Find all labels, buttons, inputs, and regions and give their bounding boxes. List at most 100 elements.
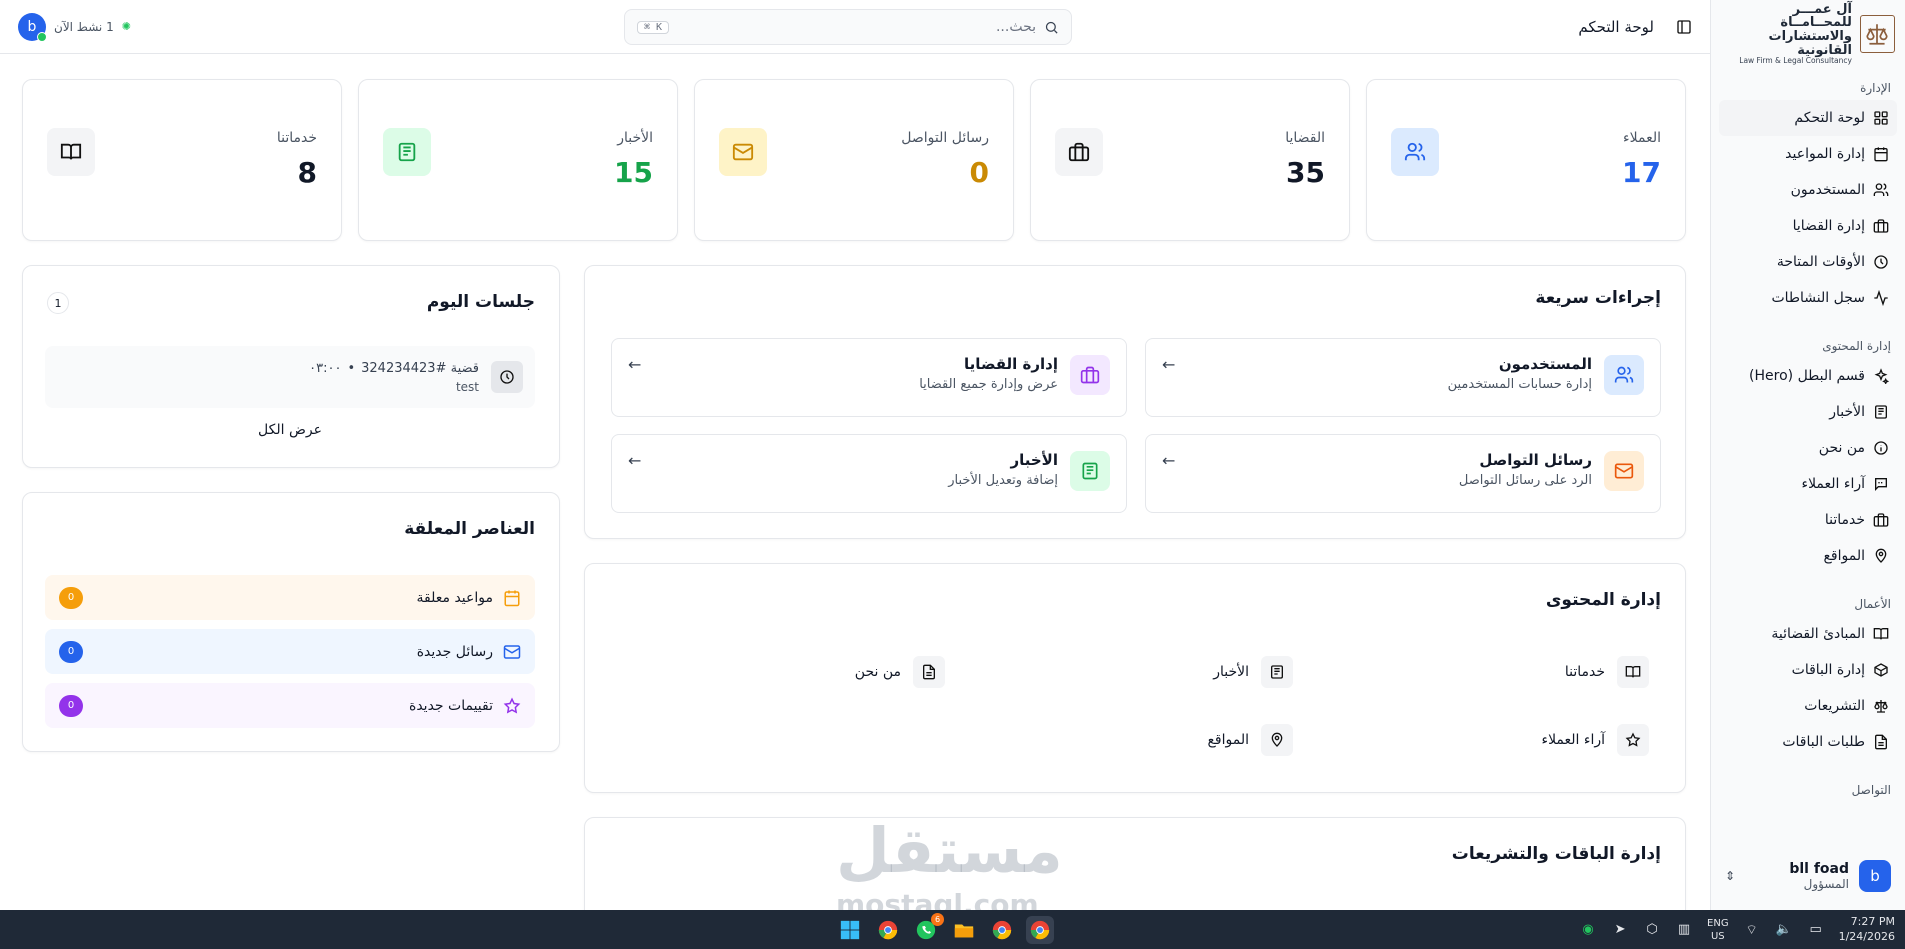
star-icon bbox=[1617, 724, 1649, 756]
quick-action-title: المستخدمون bbox=[1498, 355, 1592, 373]
language-indicator[interactable]: ENG US bbox=[1707, 917, 1729, 943]
users-icon bbox=[1873, 183, 1889, 196]
stat-card-messages[interactable]: رسائل التواصل 0 bbox=[694, 79, 1014, 241]
taskbar-apps: 6 bbox=[836, 913, 1054, 944]
clock-icon bbox=[491, 361, 523, 393]
stat-card-cases[interactable]: القضايا 35 bbox=[1030, 79, 1350, 241]
region-code: US bbox=[1710, 930, 1725, 942]
nav-admin: لوحة التحكم إدارة المواعيد المستخدمون إد… bbox=[1711, 100, 1905, 316]
chrome-icon[interactable] bbox=[874, 916, 902, 944]
brand-english: Law Firm & Legal Consultancy bbox=[1739, 56, 1852, 66]
sidebar-item-packages[interactable]: إدارة الباقات bbox=[1719, 652, 1897, 688]
view-all-link[interactable]: عرض الكل bbox=[45, 422, 535, 438]
pending-label: رسائل جديدة bbox=[416, 643, 493, 660]
chart-icon[interactable]: ▥ bbox=[1675, 921, 1693, 939]
sidebar-item-label: إدارة الباقات bbox=[1791, 662, 1865, 678]
sidebar-toggle-icon[interactable] bbox=[1676, 19, 1692, 35]
brand-line1: آل عمـــر للمحــامــاة bbox=[1780, 1, 1852, 31]
sidebar-item-news[interactable]: الأخبار bbox=[1719, 394, 1897, 430]
user-menu[interactable]: b bll foad المسؤول ⇕ bbox=[1719, 850, 1897, 902]
quick-action-messages[interactable]: رسائل التواصل الرد على رسائل التواصل ← bbox=[1145, 434, 1661, 513]
wifi-icon[interactable]: ⌔ bbox=[1743, 921, 1761, 939]
sidebar-item-services[interactable]: خدماتنا bbox=[1719, 502, 1897, 538]
avatar: b bbox=[1859, 860, 1891, 892]
quick-action-users[interactable]: المستخدمون إدارة حسابات المستخدمين ← bbox=[1145, 338, 1661, 417]
session-item[interactable]: قضية #324234423 • ٠٣:٠٠ test bbox=[45, 346, 535, 408]
stat-card-news[interactable]: الأخبار 15 bbox=[358, 79, 678, 241]
book-open-icon bbox=[1873, 628, 1889, 640]
battery-icon[interactable]: ▭ bbox=[1807, 921, 1825, 939]
os-taskbar: 6 ◉ ➤ ⬡ ▥ ENG US ⌔ 🔈 ▭ 7:27 PM 1/24/2026 bbox=[0, 910, 1905, 949]
sidebar-item-available-times[interactable]: الأوقات المتاحة bbox=[1719, 244, 1897, 280]
sidebar-item-cases[interactable]: إدارة القضايا bbox=[1719, 208, 1897, 244]
sidebar-item-label: الأخبار bbox=[1829, 404, 1865, 420]
brand-logo[interactable]: آل عمـــر للمحــامــاة والاستشارات القان… bbox=[1711, 0, 1905, 65]
sidebar-item-label: المواقع bbox=[1823, 548, 1865, 564]
search-icon bbox=[1045, 21, 1058, 34]
quick-action-cases[interactable]: إدارة القضايا عرض وإدارة جميع القضايا ← bbox=[611, 338, 1127, 417]
chrome-icon[interactable] bbox=[1026, 916, 1054, 944]
briefcase-icon bbox=[1873, 219, 1889, 233]
quick-action-title: الأخبار bbox=[1010, 451, 1058, 469]
language-code: ENG bbox=[1707, 917, 1729, 929]
sidebar-item-about[interactable]: من نحن bbox=[1719, 430, 1897, 466]
quick-action-news[interactable]: الأخبار إضافة وتعديل الأخبار ← bbox=[611, 434, 1127, 513]
newspaper-icon bbox=[1070, 451, 1110, 491]
briefcase-icon bbox=[1070, 355, 1110, 395]
content-link-locations[interactable]: المواقع bbox=[1207, 724, 1293, 756]
whatsapp-tray-icon[interactable]: ◉ bbox=[1579, 921, 1597, 939]
content-link-news[interactable]: الأخبار bbox=[1213, 656, 1293, 688]
whatsapp-icon[interactable]: 6 bbox=[912, 913, 944, 944]
sidebar-item-testimonials[interactable]: آراء العملاء bbox=[1719, 466, 1897, 502]
sidebar-item-legislation[interactable]: التشريعات bbox=[1719, 688, 1897, 724]
online-indicator[interactable]: b 1 نشط الآن ✺ bbox=[18, 13, 132, 42]
scale-icon bbox=[1874, 700, 1888, 713]
sidebar-item-label: من نحن bbox=[1818, 440, 1865, 456]
sidebar-item-label: الأوقات المتاحة bbox=[1776, 254, 1865, 270]
content-link-label: آراء العملاء bbox=[1541, 732, 1605, 748]
windows-start-icon[interactable] bbox=[836, 916, 864, 944]
sidebar-item-appointments[interactable]: إدارة المواعيد bbox=[1719, 136, 1897, 172]
sidebar-item-package-requests[interactable]: طلبات الباقات bbox=[1719, 724, 1897, 760]
quick-action-text: المستخدمون إدارة حسابات المستخدمين bbox=[1187, 355, 1592, 400]
sidebar-item-label: المستخدمون bbox=[1790, 182, 1865, 198]
sidebar-item-hero[interactable]: قسم البطل (Hero) bbox=[1719, 358, 1897, 394]
arrow-left-icon: ← bbox=[628, 355, 642, 374]
mail-icon bbox=[503, 644, 521, 659]
content-link-about[interactable]: من نحن bbox=[855, 656, 945, 688]
clock-icon bbox=[1874, 255, 1888, 269]
nav-content: قسم البطل (Hero) الأخبار من نحن آراء الع… bbox=[1711, 358, 1905, 574]
quick-action-desc: الرد على رسائل التواصل bbox=[1458, 473, 1592, 488]
content-link-label: الأخبار bbox=[1213, 664, 1249, 680]
clock[interactable]: 7:27 PM 1/24/2026 bbox=[1839, 915, 1895, 945]
sidebar-item-judicial-principles[interactable]: المبادئ القضائية bbox=[1719, 616, 1897, 652]
content-management-card: إدارة المحتوى خدماتنا الأخبار من نحن آرا… bbox=[584, 563, 1686, 793]
quick-action-desc: عرض وإدارة جميع القضايا bbox=[919, 377, 1058, 392]
quick-action-desc: إدارة حسابات المستخدمين bbox=[1447, 377, 1592, 392]
users-icon bbox=[1391, 128, 1439, 176]
users-icon bbox=[1604, 355, 1644, 395]
shield-icon[interactable]: ⬡ bbox=[1643, 921, 1661, 939]
file-explorer-icon[interactable] bbox=[950, 916, 978, 944]
telegram-icon[interactable]: ➤ bbox=[1611, 921, 1629, 939]
pending-messages[interactable]: رسائل جديدة 0 bbox=[45, 629, 535, 674]
sidebar-item-label: آراء العملاء bbox=[1801, 476, 1865, 492]
arrow-left-icon: ← bbox=[628, 451, 642, 470]
mail-icon bbox=[719, 128, 767, 176]
stat-card-services[interactable]: خدماتنا 8 bbox=[22, 79, 342, 241]
content-link-services[interactable]: خدماتنا bbox=[1565, 656, 1649, 688]
chrome-icon[interactable] bbox=[988, 916, 1016, 944]
content-link-testimonials[interactable]: آراء العملاء bbox=[1541, 724, 1649, 756]
sidebar-item-activity-log[interactable]: سجل النشاطات bbox=[1719, 280, 1897, 316]
today-sessions-title: جلسات اليوم bbox=[426, 292, 535, 312]
sidebar-item-locations[interactable]: المواقع bbox=[1719, 538, 1897, 574]
pending-appointments[interactable]: مواعيد معلقة 0 bbox=[45, 575, 535, 620]
stat-card-clients[interactable]: العملاء 17 bbox=[1366, 79, 1686, 241]
search-input[interactable]: بحث... ⌘ K bbox=[624, 9, 1072, 45]
pending-reviews[interactable]: تقييمات جديدة 0 bbox=[45, 683, 535, 728]
sidebar-item-users[interactable]: المستخدمون bbox=[1719, 172, 1897, 208]
sidebar-item-dashboard[interactable]: لوحة التحكم bbox=[1719, 100, 1897, 136]
sidebar-item-label: التشريعات bbox=[1804, 698, 1865, 714]
volume-icon[interactable]: 🔈 bbox=[1775, 921, 1793, 939]
date: 1/24/2026 bbox=[1838, 929, 1895, 943]
